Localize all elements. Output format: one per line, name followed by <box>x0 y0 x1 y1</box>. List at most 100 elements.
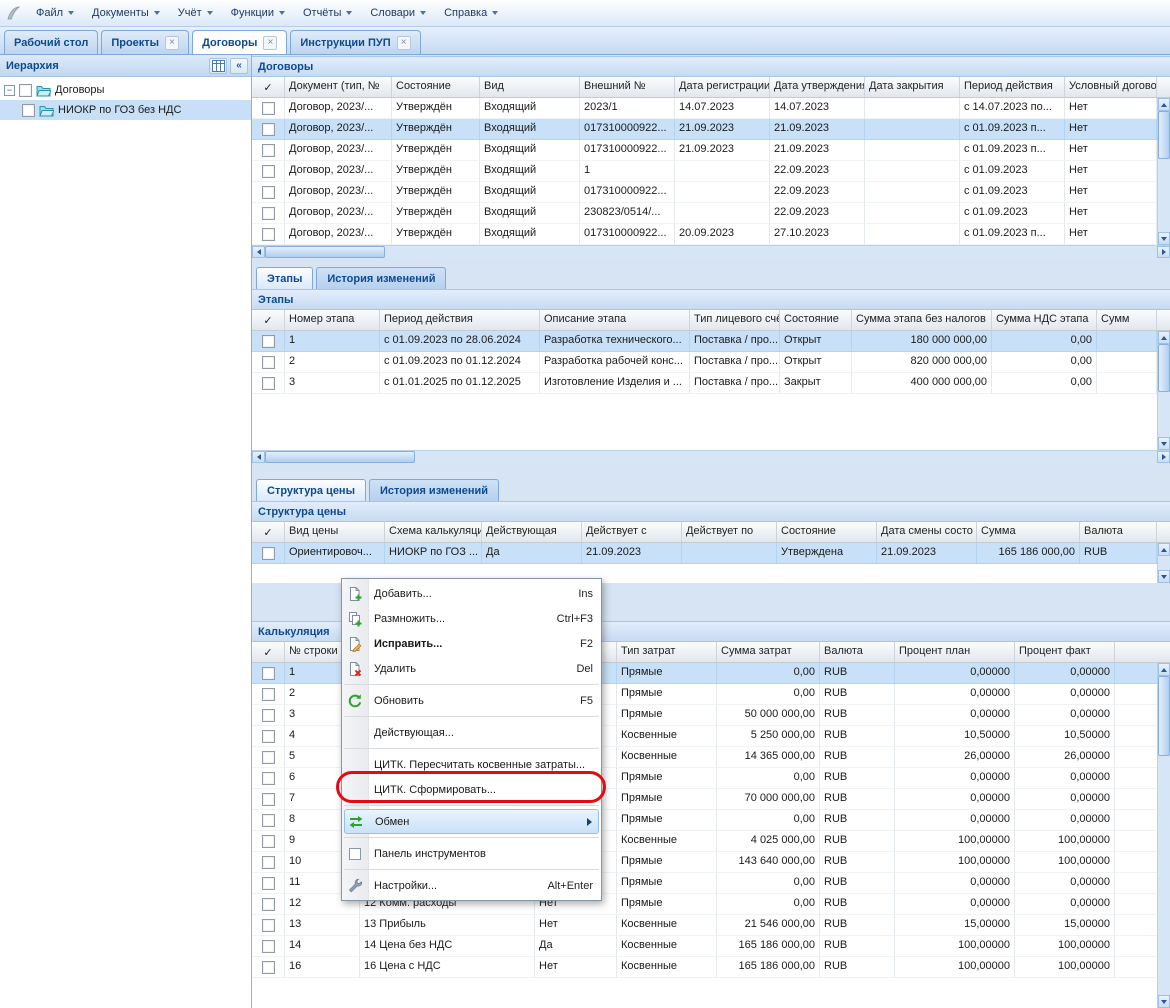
contracts-column-header[interactable]: Состояние <box>392 77 480 97</box>
calculation-column-header[interactable]: Процент план <box>895 642 1015 662</box>
price-column-header[interactable]: Сумма <box>977 522 1080 542</box>
scroll-up-icon[interactable] <box>1158 543 1170 556</box>
price-column-header[interactable]: Состояние <box>777 522 877 542</box>
scroll-down-icon[interactable] <box>1158 232 1170 245</box>
row-checkbox[interactable] <box>262 688 275 701</box>
calculation-column-header[interactable]: Тип затрат <box>617 642 717 662</box>
price-column-header[interactable]: Вид цены <box>285 522 385 542</box>
scroll-down-icon[interactable] <box>1158 995 1170 1008</box>
row-checkbox[interactable] <box>262 165 275 178</box>
contracts-column-header[interactable]: Дата регистрации <box>675 77 770 97</box>
price-column-header[interactable]: Валюта <box>1080 522 1157 542</box>
calculation-row[interactable]: 1616 Цена с НДСНетКосвенные165 186 000,0… <box>252 957 1170 978</box>
calculation-column-header[interactable] <box>1115 642 1170 662</box>
calculation-row[interactable]: 1414 Цена без НДСДаКосвенные165 186 000,… <box>252 936 1170 957</box>
contracts-row[interactable]: Договор, 2023/...УтверждёнВходящий017310… <box>252 182 1170 203</box>
contracts-column-header[interactable]: Вид <box>480 77 580 97</box>
price-column-header[interactable]: Действует с <box>582 522 682 542</box>
row-checkbox[interactable] <box>262 102 275 115</box>
stages-check-column-header[interactable]: ✓ <box>252 310 285 330</box>
row-checkbox[interactable] <box>262 667 275 680</box>
row-checkbox[interactable] <box>262 856 275 869</box>
scroll-down-icon[interactable] <box>1158 570 1170 583</box>
scroll-down-icon[interactable] <box>1158 437 1170 450</box>
row-checkbox[interactable] <box>262 898 275 911</box>
stages-horizontal-scrollbar[interactable] <box>252 450 1170 463</box>
contracts-column-header[interactable]: Период действия <box>960 77 1065 97</box>
tab-close-icon[interactable]: × <box>263 36 277 50</box>
context-menu-item-11[interactable]: Настройки...Alt+Enter <box>342 873 601 898</box>
row-checkbox[interactable] <box>262 144 275 157</box>
contracts-vertical-scrollbar[interactable] <box>1157 98 1170 245</box>
menubar-item-1[interactable]: Файл <box>27 4 83 22</box>
stages-column-header[interactable]: Описание этапа <box>540 310 690 330</box>
row-checkbox[interactable] <box>262 547 275 560</box>
price-vertical-scrollbar[interactable] <box>1157 543 1170 583</box>
scroll-left-icon[interactable] <box>252 451 265 463</box>
menubar-item-2[interactable]: Документы <box>83 4 169 22</box>
contracts-row[interactable]: Договор, 2023/...УтверждёнВходящий2023/1… <box>252 98 1170 119</box>
stages-tab-2[interactable]: История изменений <box>316 267 446 289</box>
stages-tab-1[interactable]: Этапы <box>256 267 313 289</box>
row-checkbox[interactable] <box>262 961 275 974</box>
scrollbar-thumb[interactable] <box>1158 344 1170 392</box>
stages-column-header[interactable]: Сумма НДС этапа <box>992 310 1097 330</box>
price-column-header[interactable]: Схема калькуляци <box>385 522 482 542</box>
price-column-header[interactable]: Дата смены состо <box>877 522 977 542</box>
row-checkbox[interactable] <box>262 751 275 764</box>
scrollbar-thumb[interactable] <box>265 246 385 258</box>
scroll-right-icon[interactable] <box>1157 246 1170 258</box>
contracts-column-header[interactable]: Условный догово <box>1065 77 1157 97</box>
row-checkbox[interactable] <box>262 772 275 785</box>
context-menu-item-8[interactable]: ЦИТК. Сформировать... <box>342 777 601 802</box>
row-checkbox[interactable] <box>262 335 275 348</box>
row-checkbox[interactable] <box>262 228 275 241</box>
contracts-row[interactable]: Договор, 2023/...УтверждёнВходящий230823… <box>252 203 1170 224</box>
stages-column-header[interactable]: Состояние <box>780 310 852 330</box>
tree-expander-icon[interactable]: − <box>4 85 15 96</box>
row-checkbox[interactable] <box>262 877 275 890</box>
row-checkbox[interactable] <box>262 207 275 220</box>
row-checkbox[interactable] <box>262 940 275 953</box>
menubar-item-7[interactable]: Справка <box>435 4 507 22</box>
contracts-row[interactable]: Договор, 2023/...УтверждёнВходящий017310… <box>252 119 1170 140</box>
stages-column-header[interactable]: Период действия <box>380 310 540 330</box>
tree-node-checkbox[interactable] <box>22 104 35 117</box>
stages-column-header[interactable]: Тип лицевого счёт <box>690 310 780 330</box>
row-checkbox[interactable] <box>262 709 275 722</box>
price-row[interactable]: Ориентировоч...НИОКР по ГОЗ ...Да21.09.2… <box>252 543 1170 564</box>
calculation-check-column-header[interactable]: ✓ <box>252 642 285 662</box>
calculation-column-header[interactable]: Сумма затрат <box>717 642 820 662</box>
context-menu-item-2[interactable]: Размножить...Ctrl+F3 <box>342 606 601 631</box>
menubar-item-3[interactable]: Учёт <box>169 4 222 22</box>
scroll-up-icon[interactable] <box>1158 331 1170 344</box>
tab-close-icon[interactable]: × <box>165 36 179 50</box>
stages-column-header[interactable]: Сумма этапа без налогов <box>852 310 992 330</box>
price-tab-2[interactable]: История изменений <box>369 479 499 501</box>
row-checkbox[interactable] <box>262 919 275 932</box>
stages-row[interactable]: 3с 01.01.2025 по 01.12.2025Изготовление … <box>252 373 1170 394</box>
scroll-left-icon[interactable] <box>252 246 265 258</box>
stages-row[interactable]: 1с 01.09.2023 по 28.06.2024Разработка те… <box>252 331 1170 352</box>
row-checkbox[interactable] <box>262 186 275 199</box>
menubar-item-5[interactable]: Отчёты <box>294 4 361 22</box>
context-menu-item-9[interactable]: Обмен <box>344 809 599 834</box>
price-tab-1[interactable]: Структура цены <box>256 479 366 501</box>
context-menu-item-3[interactable]: Исправить...F2 <box>342 631 601 656</box>
scroll-up-icon[interactable] <box>1158 663 1170 676</box>
contracts-row[interactable]: Договор, 2023/...УтверждёнВходящий017310… <box>252 140 1170 161</box>
row-checkbox[interactable] <box>262 793 275 806</box>
price-column-header[interactable]: Действует по <box>682 522 777 542</box>
row-checkbox[interactable] <box>262 123 275 136</box>
context-menu-item-5[interactable]: ОбновитьF5 <box>342 688 601 713</box>
main-tab-4[interactable]: Инструкции ПУП× <box>290 30 420 54</box>
tree-node-checkbox[interactable] <box>19 84 32 97</box>
scrollbar-thumb[interactable] <box>265 451 415 463</box>
row-checkbox[interactable] <box>262 814 275 827</box>
context-menu-item-7[interactable]: ЦИТК. Пересчитать косвенные затраты... <box>342 752 601 777</box>
context-menu-item-4[interactable]: УдалитьDel <box>342 656 601 681</box>
row-checkbox[interactable] <box>262 356 275 369</box>
main-tab-2[interactable]: Проекты× <box>101 30 189 54</box>
context-menu-item-6[interactable]: Действующая... <box>342 720 601 745</box>
stages-vertical-scrollbar[interactable] <box>1157 331 1170 450</box>
